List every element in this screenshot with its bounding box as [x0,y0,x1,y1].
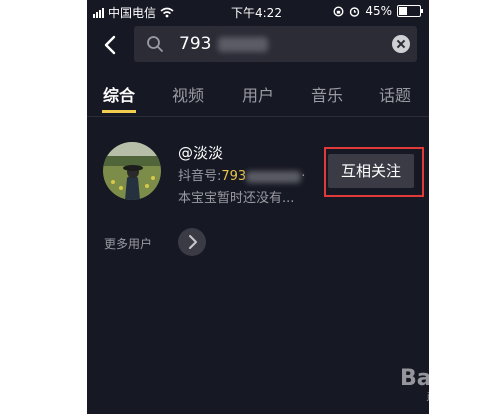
status-time: 下午4:22 [231,6,282,20]
clear-icon[interactable] [392,35,410,53]
watermark-text: Bai [400,366,440,391]
battery-icon [397,5,423,17]
search-input[interactable]: 793 [179,34,211,54]
phone-screen: 中国电信 下午4:22 45% 793 综合 视频 用户 音乐 话题 @淡淡 抖… [87,0,429,414]
douyin-id-line: 抖音号:793 · [178,165,305,184]
signal-icon [93,7,104,18]
douyin-id-value: 793 [221,169,247,184]
battery-fill [399,7,408,15]
search-icon [147,36,163,52]
more-users-label[interactable]: 更多用户 [104,235,152,252]
tab-topics[interactable]: 话题 [379,82,411,106]
status-right: 45% [333,4,423,18]
chevron-right-icon [189,235,197,249]
tab-videos[interactable]: 视频 [172,82,204,106]
active-tab-underline [102,110,136,113]
redacted-query [218,37,268,52]
watermark-subtext: jingyan.baidu.com [427,392,500,402]
alarm-icon [350,6,360,17]
rotation-lock-icon [333,5,344,17]
douyin-id-suffix: · [301,169,306,184]
result-tabs: 综合 视频 用户 音乐 话题 [87,76,429,117]
tab-users[interactable]: 用户 [242,82,274,106]
battery-percent: 45% [365,4,392,18]
tab-comprehensive[interactable]: 综合 [103,82,135,106]
mutual-follow-button[interactable]: 互相关注 [328,154,414,188]
carrier-name: 中国电信 [108,6,157,20]
search-bar[interactable]: 793 [134,26,417,62]
douyin-id-label: 抖音号: [178,169,222,184]
tab-music[interactable]: 音乐 [311,82,343,106]
avatar[interactable] [103,142,161,200]
baidu-watermark: Bai [400,366,459,391]
status-bar: 中国电信 下午4:22 45% [87,0,429,22]
redacted-id [246,170,302,183]
result-username[interactable]: @淡淡 [178,142,223,163]
more-users-button[interactable] [178,228,206,256]
status-left: 中国电信 [93,4,174,21]
paw-icon [440,371,459,387]
wifi-icon [160,7,174,18]
back-arrow-icon[interactable] [103,35,117,55]
user-bio: 本宝宝暂时还没有... [178,191,295,206]
